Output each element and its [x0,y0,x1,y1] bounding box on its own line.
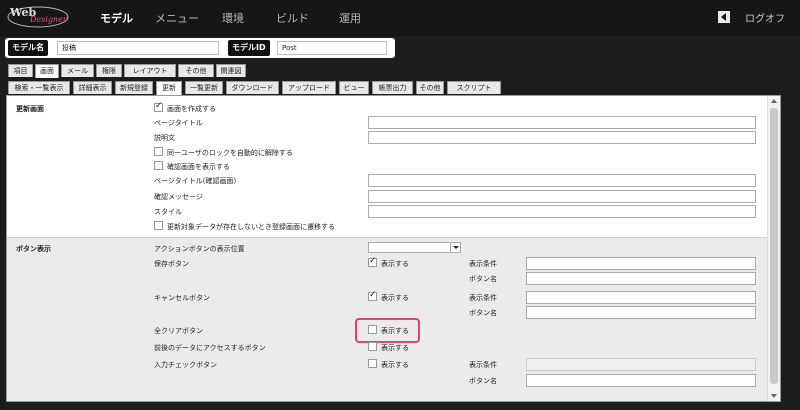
cancel-button-label: キャンセルボタン [154,294,210,302]
tab-screen[interactable]: 画面 [35,64,59,78]
nav-operation[interactable]: 運用 [339,10,361,26]
scroll-down-icon[interactable] [771,394,777,398]
update-section-title: 更新画面 [16,105,44,113]
button-display-section: ボタン表示 アクションボタンの表示位置 保存ボタン 表示する 表示条件 ボタン名… [7,237,772,401]
save-name-label: ボタン名 [469,275,497,283]
nav-build[interactable]: ビルド [276,10,309,26]
save-condition-input[interactable] [526,257,756,270]
style-label: スタイル [154,208,182,216]
cancel-name-label: ボタン名 [469,309,497,317]
input-check-condition-label: 表示条件 [469,361,497,369]
nav-model[interactable]: モデル [100,10,133,26]
save-condition-label: 表示条件 [469,260,497,268]
tab-search-list[interactable]: 検索・一覧表示 [8,81,70,94]
tab-permission[interactable]: 権限 [96,64,122,77]
action-position-select[interactable] [368,242,461,253]
page-title-label: ページタイトル [154,119,203,127]
app-logo[interactable]: Web Designer [6,4,70,30]
page-title-input[interactable] [368,116,756,129]
tab-sub-other[interactable]: その他 [416,81,444,94]
tab-update[interactable]: 更新 [156,81,182,95]
clear-show-checkbox[interactable] [368,325,377,334]
model-key-bar: モデル名 投稿 モデルID Post [5,38,395,58]
tab-items[interactable]: 項目 [8,64,33,77]
input-check-condition-input[interactable] [526,358,756,371]
vertical-scrollbar[interactable] [767,96,780,401]
description-input[interactable] [368,131,756,144]
clear-show-label: 表示する [381,327,409,335]
auto-unlock-checkbox[interactable] [154,147,163,156]
tab-script[interactable]: スクリプト [447,81,501,94]
svg-text:Designer: Designer [29,15,68,24]
input-check-name-input[interactable] [526,374,756,387]
cancel-name-input[interactable] [526,306,756,319]
input-check-button-label: 入力チェックボタン [154,361,217,369]
input-check-name-label: ボタン名 [469,377,497,385]
save-button-label: 保存ボタン [154,260,189,268]
clear-button-label: 全クリアボタン [154,327,203,335]
model-name-field[interactable]: 投稿 [57,41,219,55]
save-show-checkbox[interactable] [368,256,377,267]
tab-view[interactable]: ビュー [339,81,369,94]
auto-unlock-label: 同一ユーザのロックを自動的に解除する [167,149,293,157]
nav-environment[interactable]: 環境 [222,10,244,26]
show-confirm-label: 確認画面を表示する [167,163,230,171]
model-name-label: モデル名 [8,40,48,56]
redirect-label: 更新対象データが存在しないとき登録画面に遷移する [167,223,335,231]
cancel-condition-label: 表示条件 [469,294,497,302]
create-screen-checkbox[interactable] [154,101,163,112]
confirm-message-input[interactable] [368,190,756,203]
tab-report[interactable]: 帳票出力 [372,81,413,94]
scroll-thumb[interactable] [770,108,778,384]
redirect-checkbox[interactable] [154,221,163,230]
scroll-up-icon[interactable] [771,99,777,103]
create-screen-label: 画面を作成する [167,105,216,113]
access-show-label: 表示する [381,344,409,352]
settings-panel: 更新画面 画面を作成する ページタイトル 説明文 同一ユーザのロックを自動的に解… [6,95,781,402]
access-button-label: 前後のデータにアクセスするボタン [154,344,266,352]
update-screen-section: 更新画面 画面を作成する ページタイトル 説明文 同一ユーザのロックを自動的に解… [7,96,772,237]
input-check-show-checkbox[interactable] [368,359,377,368]
tab-detail[interactable]: 詳細表示 [73,81,112,94]
tab-download[interactable]: ダウンロード [226,81,279,94]
confirm-title-input[interactable] [368,174,756,187]
tab-new[interactable]: 新規登録 [115,81,153,94]
tab-upload[interactable]: アップロード [282,81,336,94]
save-show-label: 表示する [381,260,409,268]
tab-mail[interactable]: メール [61,64,94,77]
confirm-title-label: ページタイトル(確認画面) [154,177,237,185]
cancel-condition-input[interactable] [526,291,756,304]
tab-relation-diagram[interactable]: 関連図 [216,64,246,77]
action-position-label: アクションボタンの表示位置 [154,245,245,253]
button-section-title: ボタン表示 [16,245,51,253]
show-confirm-checkbox[interactable] [154,161,163,170]
confirm-message-label: 確認メッセージ [154,193,203,201]
nav-menu[interactable]: メニュー [155,10,199,26]
back-icon[interactable] [718,11,730,23]
description-label: 説明文 [154,134,175,142]
tab-other[interactable]: その他 [178,64,214,77]
tab-layout[interactable]: レイアウト [124,64,176,77]
access-show-checkbox[interactable] [368,342,377,351]
tab-list-update[interactable]: 一覧更新 [185,81,223,94]
save-name-input[interactable] [526,272,756,285]
cancel-show-label: 表示する [381,294,409,302]
model-id-label: モデルID [228,40,270,56]
input-check-show-label: 表示する [381,361,409,369]
chevron-down-icon [450,243,460,252]
top-nav: Web Designer モデル メニュー 環境 ビルド 運用 ログオフ [0,0,800,36]
style-input[interactable] [368,205,756,218]
logoff-link[interactable]: ログオフ [745,10,785,25]
model-id-field[interactable]: Post [277,41,387,55]
cancel-show-checkbox[interactable] [368,290,377,301]
